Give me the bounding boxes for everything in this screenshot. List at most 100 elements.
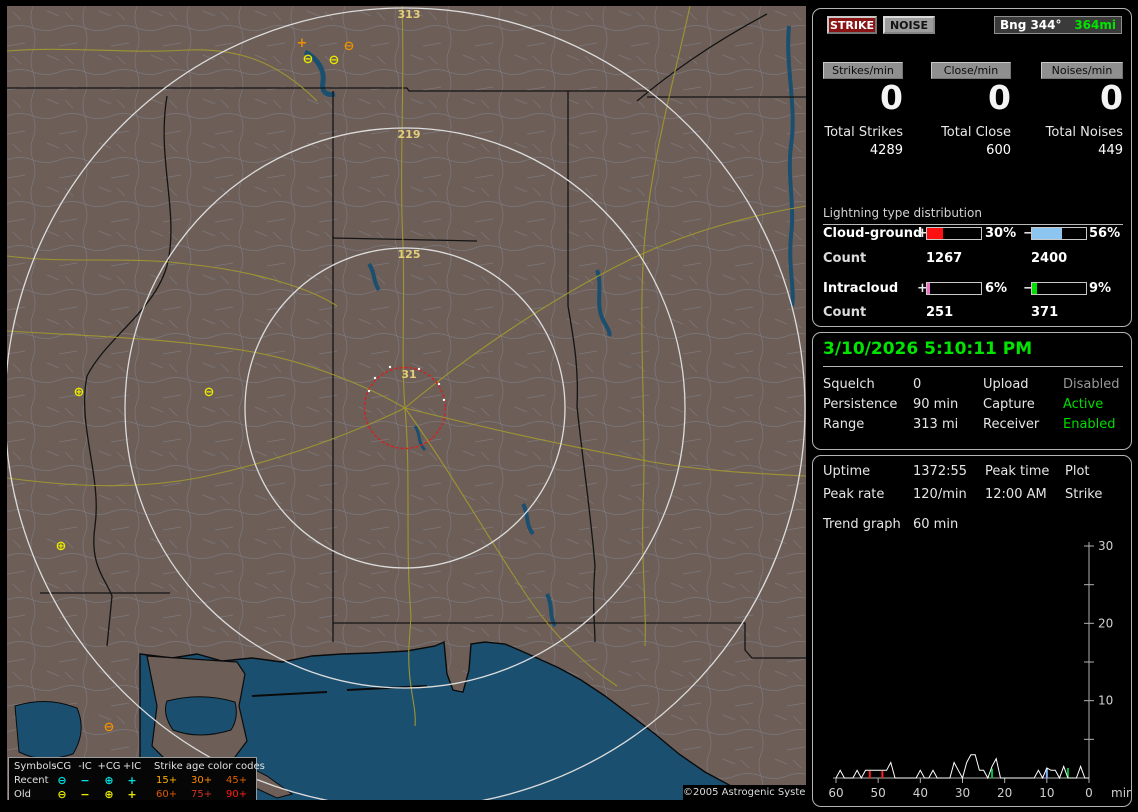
cloud-ground-label: Cloud-ground: [823, 226, 922, 241]
svg-text:min: min: [1111, 786, 1131, 800]
strikes-per-min-value: 0: [823, 79, 903, 117]
delta-lakes: [15, 701, 81, 758]
age-code-45: 45+: [226, 775, 247, 787]
legend-col-neg-ic: -IC: [78, 761, 92, 773]
strikes-per-min-chip: Strikes/min: [823, 62, 903, 79]
uptime-value: 1372:55: [913, 464, 967, 479]
neg-ic-old-icon: −: [80, 789, 89, 800]
bearing-range: 364mi: [1074, 18, 1116, 32]
ring-label-125: 125: [398, 248, 421, 261]
capture-label: Capture: [983, 397, 1035, 412]
ring-label-219: 219: [398, 128, 421, 141]
count-label: Count: [823, 305, 866, 320]
age-code-75: 75+: [191, 789, 212, 800]
close-per-min-chip: Close/min: [931, 62, 1011, 79]
ic-positive-pct: 6%: [985, 281, 1007, 296]
legend-row-recent-label: Recent: [14, 775, 49, 787]
receiver-label: Receiver: [983, 417, 1039, 432]
svg-text:10: 10: [1039, 786, 1054, 800]
bearing-badge: Bng 344° 364mi: [994, 16, 1122, 34]
svg-text:30: 30: [955, 786, 970, 800]
pos-cg-old-icon: ⊕: [104, 789, 113, 800]
squelch-value: 0: [913, 377, 921, 392]
range-value: 313 mi: [913, 417, 958, 432]
svg-text:60: 60: [828, 786, 843, 800]
neg-cg-recent-icon: ⊖: [57, 775, 66, 787]
total-strikes-value: 4289: [823, 143, 903, 158]
age-code-90: 90+: [226, 789, 247, 800]
distribution-header: Lightning type distribution: [823, 206, 1123, 225]
svg-text:50: 50: [871, 786, 886, 800]
age-code-60: 60+: [156, 789, 177, 800]
upload-label: Upload: [983, 377, 1029, 392]
ic-positive-count: 251: [926, 305, 953, 320]
peak-time-value: 12:00 AM: [985, 487, 1047, 502]
noises-per-min-value: 0: [1041, 79, 1123, 117]
total-noises-label: Total Noises: [1041, 125, 1123, 140]
upload-status: Disabled: [1063, 377, 1119, 392]
ic-negative-pct: 9%: [1089, 281, 1111, 296]
plot-label: Plot: [1065, 464, 1090, 479]
cloud-ground-count-row: Count 1267 2400: [813, 251, 1131, 265]
total-close-label: Total Close: [931, 125, 1011, 140]
datetime-display: 3/10/2026 5:10:11 PM: [823, 339, 1123, 367]
trend-panel: Uptime 1372:55 Peak time Plot Peak rate …: [812, 455, 1132, 807]
strike-map[interactable]: 31321912531 +⊖⊖⊖⊕⊖⊕⊖ Symbols -CG -IC +CG…: [7, 6, 806, 800]
close-column: Close/min 0 Total Close 600: [931, 62, 1011, 158]
legend-col-pos-ic: +IC: [123, 761, 141, 773]
cloud-ground-row: Cloud-ground + 30% − 56%: [813, 226, 1131, 240]
svg-text:20: 20: [997, 786, 1012, 800]
ic-negative-bar: [1031, 282, 1087, 295]
legend-col-pos-cg: +CG: [97, 761, 120, 773]
noises-column: Noises/min 0 Total Noises 449: [1041, 62, 1123, 158]
ic-positive-bar: [926, 282, 982, 295]
trend-series-layer: 6050403020100min102030: [828, 539, 1131, 800]
cg-positive-pct: 30%: [985, 226, 1016, 241]
cg-negative-pct: 56%: [1089, 226, 1120, 241]
trend-graph: 6050403020100min102030: [813, 536, 1131, 804]
pos-ic-recent-icon: +: [127, 775, 136, 787]
count-label: Count: [823, 251, 866, 266]
ring-label-313: 313: [398, 8, 421, 21]
peak-rate-value: 120/min: [913, 487, 967, 502]
svg-text:0: 0: [1085, 786, 1093, 800]
bearing-value: Bng 344°: [1000, 18, 1062, 32]
plot-type-value: Strike: [1065, 487, 1102, 502]
app-window: 31321912531 +⊖⊖⊖⊕⊖⊕⊖ Symbols -CG -IC +CG…: [0, 0, 1138, 812]
total-strikes-label: Total Strikes: [823, 125, 903, 140]
legend-symbols-header: Symbols: [14, 761, 56, 773]
total-noises-value: 449: [1041, 143, 1123, 158]
strike-mode-button[interactable]: STRIKE: [827, 16, 877, 34]
strikes-column: Strikes/min 0 Total Strikes 4289: [823, 62, 903, 158]
legend-codes-header: Strike age color codes: [154, 761, 265, 773]
range-label: Range: [823, 417, 864, 432]
intracloud-label: Intracloud: [823, 281, 898, 296]
map-canvas: 313 219 125 31: [7, 6, 806, 800]
neg-cg-old-icon: ⊖: [57, 789, 66, 800]
noise-mode-button[interactable]: NOISE: [883, 16, 935, 34]
receiver-status: Enabled: [1063, 417, 1116, 432]
persistence-value: 90 min: [913, 397, 958, 412]
lake-pontchartrain: [165, 697, 236, 735]
capture-status: Active: [1063, 397, 1103, 412]
cg-positive-bar: [926, 227, 982, 240]
close-per-min-value: 0: [931, 79, 1011, 117]
strike-stats-panel: STRIKE NOISE Bng 344° 364mi Strikes/min …: [812, 8, 1132, 327]
ic-negative-count: 371: [1031, 305, 1058, 320]
svg-text:30: 30: [1098, 539, 1113, 553]
map-legend: Symbols -CG -IC +CG +IC Strike age color…: [8, 757, 257, 800]
legend-row-old-label: Old: [14, 789, 31, 800]
copyright-text: ©2005 Astrogenic Systems: [683, 785, 806, 800]
svg-text:10: 10: [1098, 694, 1113, 708]
intracloud-count-row: Count 251 371: [813, 305, 1131, 319]
total-close-value: 600: [931, 143, 1011, 158]
squelch-label: Squelch: [823, 377, 875, 392]
peak-time-label: Peak time: [985, 464, 1049, 479]
trend-graph-label: Trend graph: [823, 517, 901, 532]
cg-negative-count: 2400: [1031, 251, 1067, 266]
intracloud-row: Intracloud + 6% − 9%: [813, 281, 1131, 295]
neg-ic-recent-icon: −: [80, 775, 89, 787]
cg-positive-count: 1267: [926, 251, 962, 266]
ring-label-31: 31: [401, 368, 416, 381]
peak-rate-label: Peak rate: [823, 487, 884, 502]
